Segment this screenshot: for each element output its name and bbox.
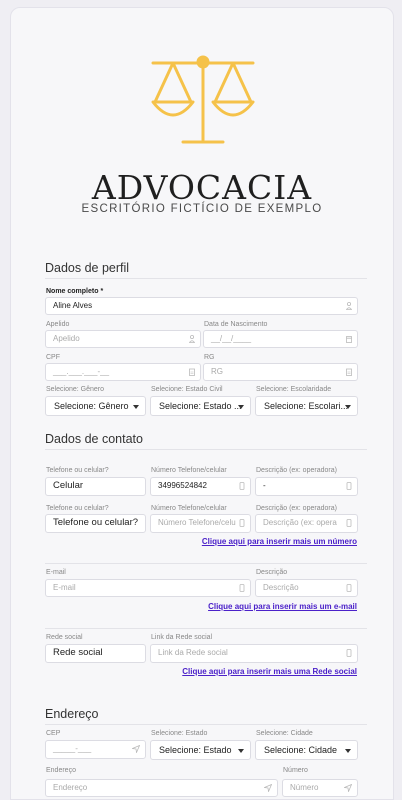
education-label: Selecione: Escolaridade (256, 386, 332, 393)
add-social-link[interactable]: Clique aqui para inserir mais uma Rede s… (182, 667, 357, 676)
id-card-icon (346, 368, 352, 376)
location-arrow-icon (264, 784, 272, 792)
marital-label: Selecione: Estado Civil (151, 386, 223, 393)
phone-icon (239, 519, 245, 527)
full-name-label: Nome completo * (46, 288, 104, 295)
add-email-link[interactable]: Clique aqui para inserir mais um e-mail (208, 602, 357, 611)
phone-desc-label: Descrição (ex: operadora) (256, 467, 337, 474)
nickname-label: Apelido (46, 321, 70, 328)
birth-date-field[interactable]: __/__/____ (203, 330, 358, 348)
address-number-field[interactable]: Número (282, 779, 358, 797)
phone-type-field[interactable]: Celular (45, 477, 146, 496)
cep-label: CEP (46, 730, 61, 737)
social-network-field[interactable]: Rede social (45, 644, 146, 663)
brand-subtitle: ESCRITÓRIO FICTÍCIO DE EXEMPLO (81, 203, 323, 215)
phone-number-label: Número Telefone/celular (151, 505, 227, 512)
phone-icon (239, 482, 245, 490)
user-icon (346, 302, 352, 310)
cpf-field[interactable]: ___.___.___-__ (45, 363, 201, 381)
section-title-address: Endereço (45, 707, 99, 721)
marital-status-select[interactable]: Selecione: Estado ... (150, 396, 251, 416)
id-card-icon (189, 368, 195, 376)
birth-label: Data de Nascimento (204, 321, 268, 328)
section-title-contact: Dados de contato (45, 432, 143, 446)
phone-icon (346, 584, 352, 592)
cep-field[interactable]: _____-___ (45, 740, 146, 759)
street-field[interactable]: Endereço (45, 779, 278, 797)
social-label: Rede social (46, 634, 83, 641)
phone-number-label: Número Telefone/celular (151, 467, 227, 474)
chevron-down-icon (133, 405, 139, 409)
phone-icon (239, 584, 245, 592)
user-icon (189, 335, 195, 343)
location-arrow-icon (132, 745, 140, 753)
calendar-icon (346, 336, 352, 343)
divider (45, 628, 367, 629)
phone-number-field[interactable]: Número Telefone/celu (150, 514, 251, 533)
chevron-down-icon (238, 749, 244, 753)
social-link-field[interactable]: Link da Rede social (150, 644, 358, 663)
phone-desc-field[interactable]: - (255, 477, 358, 496)
divider (45, 449, 367, 450)
phone-icon (346, 649, 352, 657)
divider (45, 724, 367, 725)
gender-label: Selecione: Gênero (46, 386, 104, 393)
street-label: Endereço (46, 767, 76, 774)
section-title-profile: Dados de perfil (45, 261, 130, 275)
phone-type-label: Telefone ou celular? (46, 467, 109, 474)
social-link-label: Link da Rede social (151, 634, 213, 641)
divider (45, 563, 367, 564)
email-field[interactable]: E-mail (45, 579, 251, 597)
nickname-field[interactable]: Apelido (45, 330, 201, 348)
email-desc-field[interactable]: Descrição (255, 579, 358, 597)
chevron-down-icon (238, 405, 244, 409)
email-label: E-mail (46, 569, 66, 576)
phone-type-label: Telefone ou celular? (46, 505, 109, 512)
city-label: Selecione: Cidade (256, 730, 313, 737)
chevron-down-icon (345, 749, 351, 753)
rg-field[interactable]: RG (203, 363, 358, 381)
phone-number-field[interactable]: 34996524842 (150, 477, 251, 496)
location-arrow-icon (344, 784, 352, 792)
brand-title: ADVOCACIA (91, 168, 313, 207)
state-label: Selecione: Estado (151, 730, 208, 737)
state-select[interactable]: Selecione: Estado (150, 740, 251, 760)
education-select[interactable]: Selecione: Escolari... (255, 396, 358, 416)
phone-desc-label: Descrição (ex: operadora) (256, 505, 337, 512)
scales-of-justice-icon (151, 55, 255, 144)
cpf-label: CPF (46, 354, 60, 361)
rg-label: RG (204, 354, 215, 361)
full-name-field[interactable]: Aline Alves (45, 297, 358, 315)
phone-icon (346, 519, 352, 527)
number-label: Número (283, 767, 308, 774)
city-select[interactable]: Selecione: Cidade (255, 740, 358, 760)
phone-icon (346, 482, 352, 490)
chevron-down-icon (345, 405, 351, 409)
gender-select[interactable]: Selecione: Gênero (45, 396, 146, 416)
divider (45, 278, 367, 279)
form-card: ADVOCACIA ESCRITÓRIO FICTÍCIO DE EXEMPLO… (10, 7, 394, 800)
add-phone-link[interactable]: Clique aqui para inserir mais um número (202, 537, 357, 546)
phone-type-field[interactable]: Telefone ou celular? (45, 514, 146, 533)
email-desc-label: Descrição (256, 569, 288, 576)
phone-desc-field[interactable]: Descrição (ex: opera (255, 514, 358, 533)
